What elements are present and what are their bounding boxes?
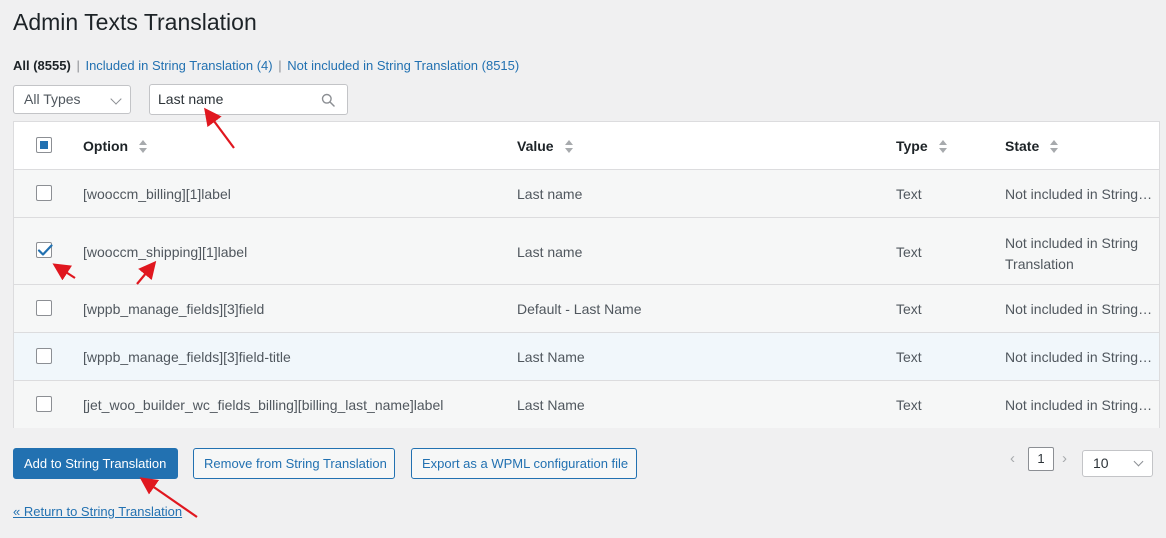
table-row: [wppb_manage_fields][3]field Default - L… (14, 285, 1159, 333)
table-row: [wooccm_billing][1]label Last name Text … (14, 170, 1159, 218)
row-checkbox[interactable] (36, 300, 52, 316)
checkmark-icon (37, 244, 53, 256)
table-row: [wooccm_shipping][1]label Last name Text… (14, 218, 1159, 285)
state-cell: Not included in String Translation (1005, 235, 1139, 272)
row-checkbox[interactable] (36, 242, 53, 258)
page-title: Admin Texts Translation (13, 9, 257, 35)
option-cell: [wppb_manage_fields][3]field (83, 301, 265, 317)
filter-not-included-link[interactable]: Not included in String Translation (8515… (287, 58, 519, 73)
type-cell: Text (896, 349, 922, 365)
column-header-state[interactable]: State (1005, 138, 1155, 155)
type-cell: Text (896, 186, 922, 202)
row-checkbox[interactable] (36, 396, 52, 412)
value-cell: Last name (517, 186, 583, 202)
chevron-down-icon (1133, 456, 1144, 467)
type-filter-select[interactable]: All Types (13, 85, 131, 114)
option-cell: [jet_woo_builder_wc_fields_billing][bill… (83, 397, 444, 413)
table-row: [wppb_manage_fields][3]field-title Last … (14, 333, 1159, 381)
status-filters: All (8555) | Included in String Translat… (13, 58, 519, 73)
sort-icon (1050, 139, 1059, 155)
column-header-type[interactable]: Type (896, 138, 948, 155)
option-cell: [wooccm_shipping][1]label (83, 244, 248, 260)
value-cell: Last Name (517, 397, 585, 413)
table-row: [jet_woo_builder_wc_fields_billing][bill… (14, 381, 1159, 428)
search-box[interactable] (149, 84, 348, 115)
sort-icon (139, 139, 148, 155)
strings-table: Option Value Type State [wooccm_billing]… (13, 121, 1160, 428)
column-header-value[interactable]: Value (517, 138, 574, 155)
state-cell: Not included in String Translation (1005, 349, 1155, 365)
state-cell: Not included in String Translation (1005, 186, 1155, 202)
type-filter-value: All Types (24, 91, 81, 107)
filter-included-link[interactable]: Included in String Translation (4) (85, 58, 272, 73)
row-checkbox[interactable] (36, 185, 52, 201)
export-wpml-config-button[interactable]: Export as a WPML configuration file (411, 448, 637, 479)
filter-separator: | (76, 58, 80, 73)
filter-all[interactable]: All (8555) (13, 58, 71, 73)
value-cell: Last name (517, 244, 583, 260)
search-icon[interactable] (321, 93, 335, 107)
add-to-string-translation-button[interactable]: Add to String Translation (13, 448, 178, 479)
filter-separator: | (278, 58, 282, 73)
table-header-row: Option Value Type State (14, 122, 1159, 170)
sort-icon (938, 139, 948, 155)
remove-from-string-translation-button[interactable]: Remove from String Translation (193, 448, 395, 479)
pagination-next-icon[interactable]: › (1062, 450, 1067, 467)
type-cell: Text (896, 301, 922, 317)
current-page-input[interactable]: 1 (1028, 447, 1054, 471)
value-cell: Default - Last Name (517, 301, 642, 317)
per-page-value: 10 (1093, 455, 1109, 471)
type-cell: Text (896, 397, 922, 413)
search-input[interactable] (158, 91, 318, 107)
row-checkbox[interactable] (36, 348, 52, 364)
pagination-prev-icon[interactable]: ‹ (1010, 450, 1015, 467)
sort-icon (564, 139, 574, 155)
chevron-down-icon (110, 93, 122, 105)
select-all-checkbox[interactable] (36, 137, 52, 153)
return-to-string-translation-link[interactable]: « Return to String Translation (13, 504, 182, 519)
option-cell: [wppb_manage_fields][3]field-title (83, 349, 291, 365)
column-header-option[interactable]: Option (83, 138, 148, 155)
type-cell: Text (896, 244, 922, 260)
value-cell: Last Name (517, 349, 585, 365)
per-page-select[interactable]: 10 (1082, 450, 1153, 477)
state-cell: Not included in String Translation (1005, 301, 1155, 317)
option-cell: [wooccm_billing][1]label (83, 186, 231, 202)
state-cell: Not included in String Translation (1005, 397, 1155, 413)
